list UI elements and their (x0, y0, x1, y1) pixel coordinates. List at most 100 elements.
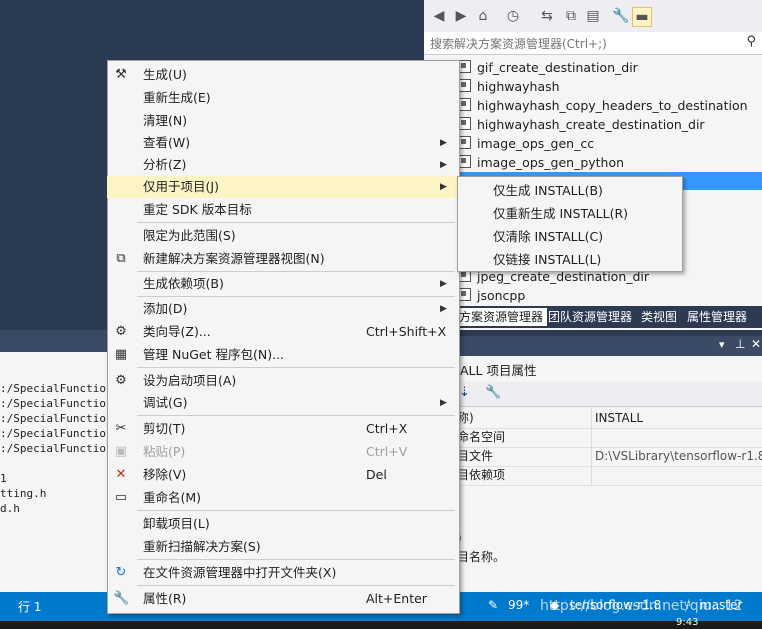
properties-toolbar: ⇣ 🔧 (455, 382, 762, 407)
back-icon[interactable]: ◀ (430, 7, 448, 25)
history-icon[interactable]: ◷ (504, 7, 522, 25)
open-folder-icon: ↻ (115, 565, 127, 580)
class-wizard-icon: ⚙ (115, 324, 127, 339)
watermark: https://blog.csdn.net/qiu...12 (540, 598, 743, 614)
submenu-arrow-icon: ▶ (440, 182, 447, 192)
property-row[interactable]: 目文件 D:\VSLibrary\tensorflow-r1.8\ (455, 447, 762, 467)
solution-search-box[interactable]: ⚲ (424, 32, 762, 55)
nuget-icon: ▦ (114, 347, 128, 362)
menu-item-analyze[interactable]: 分析(Z) ▶ (107, 154, 458, 176)
menu-item-open-folder[interactable]: ↻ 在文件资源管理器中打开文件夹(X) (107, 562, 458, 584)
menu-item-rename[interactable]: ▭ 重命名(M) (107, 487, 458, 509)
tab-solution-explorer[interactable]: 方案资源管理器 (455, 308, 548, 326)
property-row[interactable]: 目依赖项 (455, 466, 762, 486)
menu-item-debug[interactable]: 调试(G) ▶ (107, 392, 458, 414)
clock: 9:43 (676, 617, 699, 628)
pending-changes[interactable]: 99* (508, 598, 529, 612)
menu-separator (137, 415, 455, 416)
remove-icon: ✕ (115, 467, 127, 482)
menu-item-manage-nuget[interactable]: ▦ 管理 NuGet 程序包(N)... (107, 344, 458, 366)
taskbar-strip: 9:43 (0, 617, 762, 629)
menu-item-class-wizard[interactable]: ⚙ 类向导(Z)... Ctrl+Shift+X (107, 321, 458, 343)
rename-icon: ▭ (114, 490, 128, 505)
wrench-icon: 🔧 (113, 591, 130, 606)
property-row[interactable]: 称) INSTALL (455, 409, 762, 429)
menu-separator (137, 271, 455, 272)
menu-item-project-only[interactable]: 仅用于项目(J) ▶ (107, 176, 458, 198)
preview-icon[interactable]: ▬ (632, 7, 652, 27)
property-row[interactable]: 命名空间 (455, 428, 762, 448)
submenu-arrow-icon: ▶ (440, 398, 447, 408)
menu-item-new-view[interactable]: ⧉ 新建解决方案资源管理器视图(N) (107, 248, 458, 270)
menu-item-remove[interactable]: ✕ 移除(V) Del (107, 464, 458, 486)
tab-property-manager[interactable]: 属性管理器 (683, 308, 751, 326)
line-indicator: 行 1 (18, 600, 42, 614)
menu-item-build-dependencies[interactable]: 生成依赖项(B) ▶ (107, 273, 458, 295)
close-icon[interactable]: ✕ (751, 337, 761, 351)
menu-item-paste: ▣ 粘贴(P) Ctrl+V (114, 444, 408, 459)
paste-icon: ▣ (114, 444, 128, 459)
show-files-icon[interactable]: ▤ (584, 7, 602, 25)
menu-separator (137, 296, 455, 297)
submenu-item-build-only[interactable]: 仅生成 INSTALL(B) (457, 180, 681, 202)
tree-item[interactable]: image_ops_gen_cc (458, 134, 594, 153)
menu-item-unload[interactable]: 卸载项目(L) (107, 513, 458, 535)
search-icon[interactable]: ⚲ (746, 34, 756, 49)
solution-search-input[interactable] (428, 34, 732, 54)
collapse-icon[interactable]: ⧉ (562, 7, 580, 25)
submenu-item-clean-only[interactable]: 仅清除 INSTALL(C) (457, 226, 681, 248)
output-panel-header (0, 330, 108, 352)
properties-title: ALL 项目属性 (460, 363, 537, 378)
output-line: 1 (0, 472, 7, 485)
submenu-arrow-icon: ▶ (440, 279, 447, 289)
tree-item[interactable]: highwayhash_create_destination_dir (458, 115, 705, 134)
properties-header: ▾ ⊥ ✕ (455, 336, 762, 356)
pin-icon[interactable]: ⊥ (735, 337, 745, 351)
submenu-item-link-only[interactable]: 仅链接 INSTALL(L) (457, 249, 681, 271)
tree-item[interactable]: image_ops_gen_python (458, 153, 624, 172)
menu-item-add[interactable]: 添加(D) ▶ (107, 298, 458, 320)
solution-tabs: 方案资源管理器 团队资源管理器 类视图 属性管理器 (455, 306, 762, 328)
output-line: d.h (0, 502, 20, 515)
dropdown-icon[interactable]: ▾ (719, 338, 725, 351)
tree-item[interactable]: jsoncpp (458, 286, 525, 305)
menu-item-properties[interactable]: 🔧 属性(R) Alt+Enter (107, 588, 458, 610)
menu-item-build[interactable]: ⚒ 生成(U) (107, 64, 458, 86)
wrench-icon[interactable]: 🔧 (612, 7, 630, 25)
menu-item-scope-to-this[interactable]: 限定为此范围(S) (107, 225, 458, 247)
menu-separator (137, 510, 455, 511)
wrench-icon[interactable]: 🔧 (485, 385, 501, 400)
submenu-arrow-icon: ▶ (440, 138, 447, 148)
startup-gear-icon: ⚙ (115, 373, 127, 388)
build-icon: ⚒ (115, 67, 127, 82)
sort-icon[interactable]: ⇣ (459, 385, 470, 400)
home-icon[interactable]: ⌂ (474, 7, 492, 25)
output-panel (0, 330, 108, 593)
menu-separator (137, 222, 455, 223)
menu-item-retarget-sdk[interactable]: 重定 SDK 版本目标 (107, 199, 458, 221)
sync-icon[interactable]: ⇆ (538, 7, 556, 25)
tree-item[interactable]: gif_create_destination_dir (458, 58, 638, 77)
property-description: ) 目名称。 (457, 531, 506, 564)
menu-separator (137, 585, 455, 586)
menu-item-view[interactable]: 查看(W) ▶ (107, 132, 458, 154)
menu-separator (137, 367, 455, 368)
menu-item-cut[interactable]: ✂ 剪切(T) Ctrl+X (107, 418, 458, 440)
solution-explorer-toolbar: ◀ ▶ ⌂ ◷ ⇆ ⧉ ▤ 🔧 ▬ (424, 0, 762, 33)
output-line: tting.h (0, 487, 47, 500)
menu-item-rebuild[interactable]: 重新生成(E) (107, 87, 458, 109)
menu-item-set-startup[interactable]: ⚙ 设为启动项目(A) (107, 370, 458, 392)
menu-item-clean[interactable]: 清理(N) (107, 110, 458, 132)
submenu-arrow-icon: ▶ (440, 160, 447, 170)
menu-item-rescan[interactable]: 重新扫描解决方案(S) (107, 536, 458, 558)
pencil-icon: ✎ (488, 598, 499, 612)
submenu-arrow-icon: ▶ (440, 304, 447, 314)
scissors-icon: ✂ (115, 421, 127, 436)
forward-icon[interactable]: ▶ (452, 7, 470, 25)
submenu-item-rebuild-only[interactable]: 仅重新生成 INSTALL(R) (457, 203, 681, 225)
tab-class-view[interactable]: 类视图 (637, 308, 681, 326)
tab-team-explorer[interactable]: 团队资源管理器 (544, 308, 636, 326)
tree-item[interactable]: highwayhash_copy_headers_to_destination (458, 96, 748, 115)
tree-item[interactable]: highwayhash (458, 77, 560, 96)
menu-separator (137, 559, 455, 560)
